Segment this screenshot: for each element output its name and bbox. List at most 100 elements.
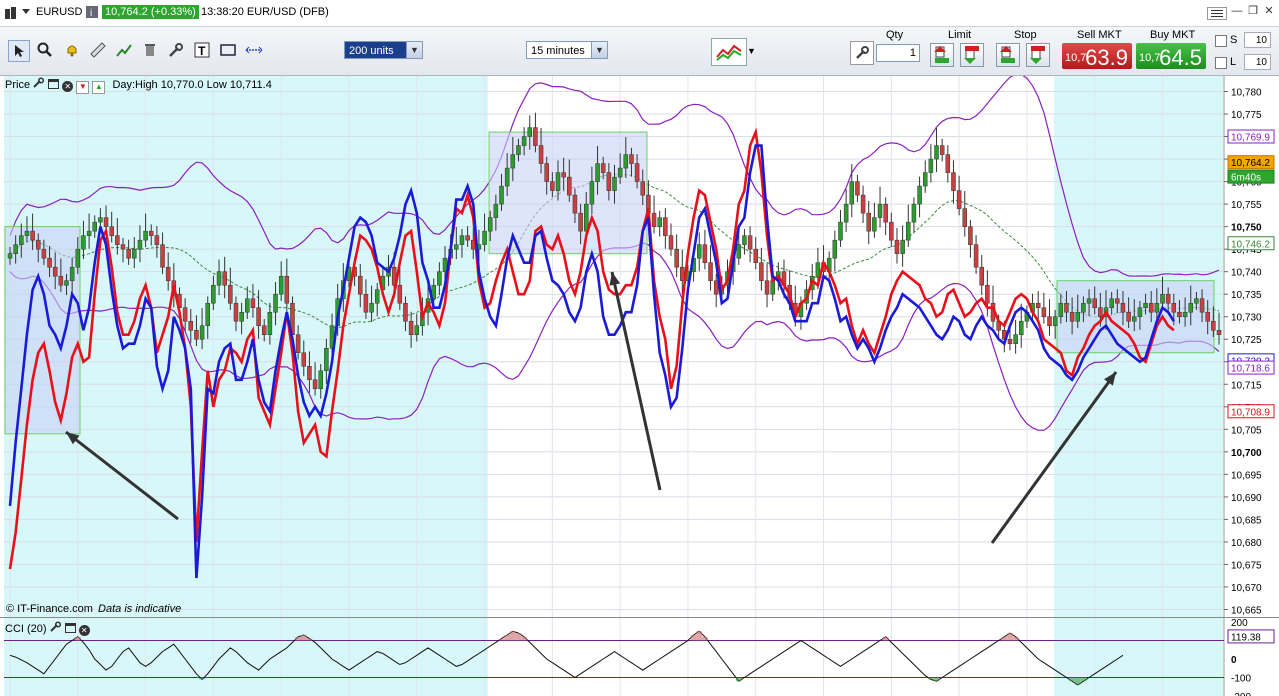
minimize-button[interactable]: — (1229, 5, 1245, 18)
candle-body (143, 230, 148, 241)
quote-value: 10,764.2 (+0.33%) (102, 5, 199, 19)
y-tick-label: 10,665 (1231, 605, 1262, 616)
candle-body (19, 235, 24, 245)
candle-body (1171, 302, 1177, 313)
pointer-icon[interactable] (8, 40, 30, 62)
candle-body (572, 194, 578, 214)
qty-input[interactable]: 1 (876, 44, 920, 62)
measure-tool-icon[interactable] (244, 40, 264, 60)
stop-buy-button[interactable] (996, 43, 1020, 67)
candle-body (1132, 316, 1137, 322)
s-value-input[interactable]: 10 (1244, 32, 1271, 48)
sell-price-main: 63.9 (1085, 45, 1128, 70)
candle-body (979, 266, 984, 286)
candle-body (1075, 311, 1081, 322)
candle-body (267, 311, 273, 335)
cci-settings-icon[interactable] (49, 621, 62, 635)
candle-body (1115, 298, 1120, 304)
limit-buy-button[interactable] (930, 43, 954, 67)
menu-icon[interactable] (1207, 7, 1227, 20)
cci-tick-label: -100 (1231, 674, 1251, 685)
cci-maximize-icon[interactable] (64, 623, 76, 633)
cci-legend: CCI (20) ✕ (5, 621, 90, 636)
price-tag-label: 10,746.2 (1231, 239, 1270, 250)
sell-label: Sell MKT (1077, 29, 1122, 41)
close-button[interactable]: ✕ (1261, 5, 1277, 18)
drawing-tools-icon[interactable] (114, 40, 134, 60)
units-select[interactable]: 200 units ▼ (344, 41, 423, 59)
text-tool-icon[interactable]: T (192, 40, 212, 60)
stop-sell-button[interactable] (1026, 43, 1050, 67)
ruler-icon[interactable] (88, 40, 108, 60)
candle-body (295, 334, 301, 354)
l-checkbox[interactable] (1215, 57, 1227, 69)
move-up-icon[interactable]: ▲ (92, 81, 106, 94)
candle-body (764, 280, 770, 295)
candle-body (617, 167, 623, 178)
chart-type-dropdown-icon[interactable]: ▼ (745, 38, 758, 64)
y-tick-label: 10,740 (1231, 268, 1262, 279)
candle-body (1137, 307, 1143, 317)
limit-sell-button[interactable] (960, 43, 984, 67)
collapse-icon[interactable] (20, 6, 32, 18)
sell-market-button[interactable]: 10,7 63.9 (1062, 43, 1132, 70)
candle-body (1013, 334, 1018, 344)
candle-body (363, 293, 369, 313)
candle-body (1199, 298, 1205, 313)
price-label: Price (5, 79, 31, 91)
cci-overbought-fill (306, 638, 313, 641)
candle-body (408, 320, 414, 335)
chevron-down-icon: ▼ (591, 42, 607, 58)
candle-body (510, 154, 516, 169)
y-tick-label: 10,715 (1231, 380, 1262, 391)
maximize-icon[interactable] (48, 79, 60, 89)
candle-body (1177, 311, 1182, 317)
chart-type-icon[interactable] (711, 38, 747, 66)
candle-body (454, 244, 459, 250)
candle-body (533, 127, 538, 146)
qty-label: Qty (886, 29, 904, 41)
price-chart[interactable]: 10,78010,77510,77010,76510,76010,75510,7… (0, 76, 1279, 696)
candle-body (1211, 320, 1216, 331)
candle-body (126, 248, 131, 259)
candle-body (437, 271, 442, 286)
candle-body (1047, 316, 1052, 326)
candle-body (154, 235, 160, 245)
cci-oversold-fill (1080, 677, 1087, 682)
cci-close-icon[interactable]: ✕ (78, 625, 90, 636)
window-icon (4, 6, 16, 19)
candle-body (939, 145, 945, 155)
order-settings-icon[interactable] (850, 41, 874, 65)
candle-body (86, 230, 92, 236)
alert-bell-icon[interactable] (62, 40, 82, 60)
candle-body (702, 244, 708, 263)
candle-body (917, 185, 922, 205)
settings-tools-icon[interactable] (166, 40, 186, 60)
interval-select[interactable]: 15 minutes ▼ (526, 41, 608, 59)
cci-overbought-fill (300, 634, 307, 641)
symbol-name: EURUSD (36, 6, 83, 18)
candle-body (855, 181, 860, 196)
trash-icon[interactable] (140, 40, 160, 60)
candle-body (1035, 302, 1041, 308)
candle-body (600, 163, 606, 173)
cci-oversold-fill (933, 677, 940, 682)
move-down-icon[interactable]: ▼ (76, 81, 90, 94)
settings-icon[interactable] (33, 77, 45, 91)
annotation-arrow (610, 271, 662, 491)
candle-body (30, 230, 35, 241)
cci-overbought-fill (1001, 636, 1008, 641)
restore-button[interactable]: ❐ (1245, 5, 1261, 18)
candle-body (52, 266, 58, 277)
close-icon[interactable]: ✕ (62, 81, 74, 92)
l-value-input[interactable]: 10 (1244, 54, 1271, 70)
candle-body (1064, 302, 1069, 313)
buy-market-button[interactable]: 10,7 64.5 (1136, 43, 1206, 70)
zoom-icon[interactable] (35, 40, 55, 60)
info-icon[interactable]: i (86, 6, 98, 19)
s-checkbox[interactable] (1215, 35, 1227, 47)
candle-body (499, 185, 504, 205)
candle-body (24, 230, 30, 236)
candle-body (1019, 320, 1024, 335)
rectangle-tool-icon[interactable] (218, 40, 238, 60)
